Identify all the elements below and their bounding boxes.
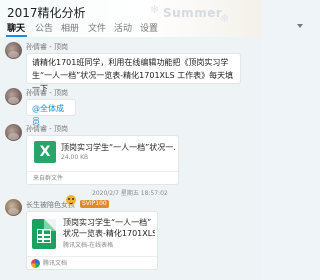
sender-name[interactable]: 孙倩睿 - 顶岗 [26, 88, 68, 98]
avatar[interactable] [5, 88, 22, 105]
file-name: 顶岗实习学生“一人一档”状况一... [61, 143, 175, 152]
online-sheet-icon [32, 219, 56, 249]
message-timestamp: 2020/2/7 星期五 18:57:02 [92, 190, 168, 197]
message-bubble[interactable]: 请精化1701班同学，利用在线编辑功能把《顶岗实习学生“一人一档”状况一览表-精… [26, 53, 241, 93]
tab-bar: 聊天 公告 相册 文件 活动 设置 [0, 20, 303, 37]
avatar[interactable] [5, 124, 22, 141]
doc-footer-label: 腾讯文档 [43, 260, 68, 267]
avatar[interactable] [5, 42, 22, 59]
tab-chat[interactable]: 聊天 [7, 21, 25, 34]
chevron-down-icon [297, 24, 303, 28]
svip-badge: SVIP100 [80, 200, 109, 208]
tab-settings[interactable]: 设置 [140, 21, 303, 34]
smile-emoji-icon [66, 195, 76, 205]
tab-settings-label: 设置 [140, 24, 159, 34]
avatar[interactable] [5, 199, 22, 216]
doc-footer: 腾讯文档 [27, 256, 157, 270]
sender-name[interactable]: 孙倩睿 - 顶岗 [26, 124, 68, 134]
header-watermark: Summer [163, 6, 223, 20]
snowflake-icon: ❄ [150, 3, 160, 16]
window-title: 2017精化分析 [7, 6, 86, 20]
tab-activity[interactable]: 活动 [114, 21, 132, 34]
file-card[interactable]: X 顶岗实习学生“一人一档”状况一... 24.00 KB 来自群文件 [26, 135, 179, 185]
tab-files[interactable]: 文件 [88, 21, 106, 34]
doc-name-line1: 顶岗实习学生“一人一档” [63, 218, 152, 227]
chat-area[interactable]: 孙倩睿 - 顶岗 请精化1701班同学，利用在线编辑功能把《顶岗实习学生“一人一… [0, 37, 262, 280]
doc-source: 腾讯文档-在线表格 [63, 242, 114, 249]
tencent-docs-icon [31, 259, 40, 268]
window-header: 2017精化分析 Summer ❄ ❄ 聊天 公告 相册 文件 活动 设置 [0, 0, 303, 37]
doc-name-line2: 状况一览表-精化1701XLS... [63, 229, 155, 238]
mention-bubble[interactable]: @全体成员 [26, 99, 76, 126]
tab-announcements[interactable]: 公告 [35, 21, 53, 34]
file-source: 来自群文件 [27, 171, 178, 185]
file-size: 24.00 KB [61, 154, 89, 161]
sender-name[interactable]: 孙倩睿 - 顶岗 [26, 42, 68, 52]
excel-x-icon: X [34, 141, 56, 163]
tab-album[interactable]: 相册 [61, 21, 79, 34]
doc-card[interactable]: 顶岗实习学生“一人一档” 状况一览表-精化1701XLS... 腾讯文档-在线表… [26, 211, 158, 270]
